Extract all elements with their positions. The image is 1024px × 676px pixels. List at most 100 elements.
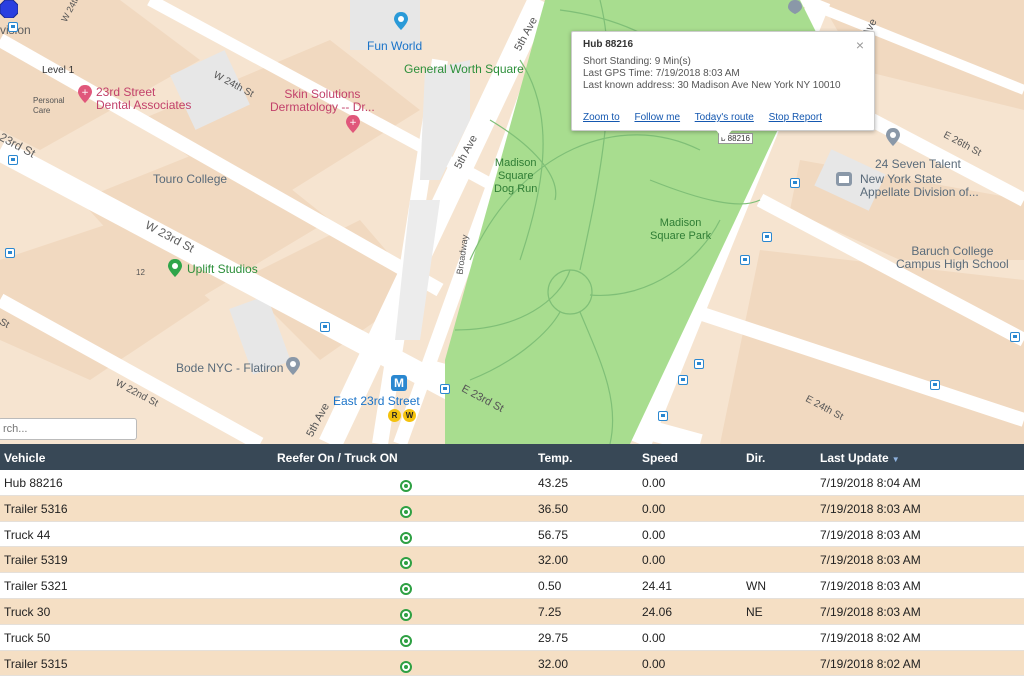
skin-solutions-pin-icon[interactable]: + (346, 115, 360, 133)
table-body: Hub 88216 43.25 0.00 7/19/2018 8:04 AM Trail… (0, 470, 1024, 676)
column-vehicle[interactable]: Vehicle (4, 451, 45, 465)
sort-desc-icon[interactable]: ▼ (892, 455, 900, 464)
cell-temp: 43.25 (538, 476, 569, 490)
vehicle-info-popup: Hub 88216 × Short Standing: 9 Min(s) Las… (571, 31, 875, 140)
follow-me-link[interactable]: Follow me (634, 112, 680, 123)
bus-stop-icon (694, 359, 704, 369)
table-row[interactable]: Truck 30 7.25 24.06 NE 7/19/2018 8:03 AM (0, 598, 1024, 625)
cell-temp: 7.25 (538, 604, 562, 619)
cell-temp: 56.75 (538, 527, 569, 542)
stop-report-link[interactable]: Stop Report (769, 112, 822, 123)
cell-temp: 29.75 (538, 630, 569, 645)
label-fun-world: Fun World (367, 39, 423, 53)
bus-stop-icon (8, 22, 18, 32)
popup-title: Hub 88216 (583, 39, 634, 50)
zoom-to-link[interactable]: Zoom to (583, 112, 620, 123)
popup-short-standing: Short Standing: 9 Min(s) (583, 56, 691, 67)
label-baruch: Baruch College Campus High School (896, 244, 1009, 271)
cell-speed: 24.41 (642, 579, 673, 594)
table-header: Vehicle Reefer On / Truck ON Temp. Speed… (0, 444, 1024, 470)
cell-temp: 36.50 (538, 501, 569, 516)
cell-vehicle: Trailer 5319 (4, 553, 68, 568)
close-icon[interactable]: × (856, 37, 864, 53)
cell-last-update: 7/19/2018 8:02 AM (820, 630, 921, 645)
fun-world-pin-icon[interactable] (394, 12, 408, 30)
bus-stop-icon (930, 380, 940, 390)
cell-speed: 0.00 (642, 656, 666, 671)
popup-address: Last known address: 30 Madison Ave New Y… (583, 80, 841, 91)
cell-speed: 0.00 (642, 501, 666, 516)
column-temp[interactable]: Temp. (538, 451, 572, 465)
label-personal-care: Personal Care (33, 96, 65, 115)
bus-stop-icon (790, 178, 800, 188)
table-row[interactable]: Truck 44 56.75 0.00 7/19/2018 8:03 AM (0, 521, 1024, 548)
status-dot-icon (400, 505, 412, 518)
dental-pin-icon[interactable]: + (78, 85, 92, 103)
24-seven-talent-pin-icon[interactable] (886, 128, 900, 146)
status-dot-icon (400, 583, 412, 596)
cell-vehicle: Trailer 5315 (4, 656, 68, 671)
label-dog-run: Madison Square Dog Run (494, 157, 538, 195)
label-east-23rd-street-station: East 23rd Street (333, 394, 420, 408)
cell-speed: 0.00 (642, 630, 666, 645)
bode-nyc-pin-icon[interactable] (286, 357, 300, 375)
label-bode-nyc: Bode NYC - Flatiron (176, 361, 284, 375)
subway-line-r-icon: R (388, 409, 401, 422)
bus-stop-icon (678, 375, 688, 385)
popup-gps-time: Last GPS Time: 7/19/2018 8:03 AM (583, 68, 740, 79)
bus-stop-icon (320, 322, 330, 332)
todays-route-link[interactable]: Today's route (695, 112, 754, 123)
ny-state-building-icon (836, 172, 852, 186)
status-dot-icon (400, 480, 412, 492)
cell-last-update: 7/19/2018 8:03 AM (820, 579, 921, 594)
label-dental: 23rd Street Dental Associates (96, 85, 192, 112)
column-speed[interactable]: Speed (642, 451, 678, 465)
label-madison-square-park: Madison Square Park (650, 217, 712, 242)
cell-speed: 24.06 (642, 604, 673, 619)
cell-last-update: 7/19/2018 8:02 AM (820, 656, 921, 671)
label-skin-solutions: Skin Solutions Dermatology -- Dr... (270, 87, 375, 114)
cell-vehicle: Hub 88216 (4, 476, 63, 490)
subway-icon[interactable]: M (391, 375, 407, 391)
bus-stop-icon (440, 384, 450, 394)
uplift-studios-pin-icon[interactable] (168, 259, 182, 277)
cell-speed: 0.00 (642, 527, 666, 542)
cell-last-update: 7/19/2018 8:03 AM (820, 527, 921, 542)
table-row[interactable]: Trailer 5321 0.50 24.41 WN 7/19/2018 8:03 AM (0, 573, 1024, 599)
column-last-update[interactable]: Last Update ▼ (820, 451, 900, 465)
column-reefer[interactable]: Reefer On / Truck ON (277, 451, 398, 465)
label-uplift-studios: Uplift Studios (187, 262, 258, 276)
bus-stop-icon (658, 411, 668, 421)
vehicle-marker-icon[interactable] (0, 0, 18, 18)
bus-stop-icon (1010, 332, 1020, 342)
top-poi-pin-icon[interactable] (788, 0, 802, 14)
bus-stop-icon (740, 255, 750, 265)
cell-vehicle: Trailer 5316 (4, 501, 68, 516)
map-search-input[interactable] (0, 418, 137, 440)
cell-last-update: 7/19/2018 8:03 AM (820, 501, 921, 516)
column-dir[interactable]: Dir. (746, 451, 765, 465)
cell-temp: 32.00 (538, 553, 569, 568)
table-row[interactable]: Hub 88216 43.25 0.00 7/19/2018 8:04 AM (0, 470, 1024, 496)
cell-dir: WN (746, 579, 766, 594)
bus-stop-icon (5, 248, 15, 258)
cell-vehicle: Truck 44 (4, 527, 51, 542)
column-last-update-label[interactable]: Last Update (820, 451, 889, 465)
table-row[interactable]: Truck 50 29.75 0.00 7/19/2018 8:02 AM (0, 624, 1024, 651)
label-general-worth-square: General Worth Square (404, 62, 524, 76)
label-ny-state-appellate: New York State Appellate Division of... (860, 172, 979, 199)
table-row[interactable]: Trailer 5316 36.50 0.00 7/19/2018 8:03 AM (0, 495, 1024, 522)
table-row[interactable]: Trailer 5315 32.00 0.00 7/19/2018 8:02 AM (0, 650, 1024, 676)
cell-last-update: 7/19/2018 8:03 AM (820, 553, 921, 568)
status-dot-icon (400, 557, 412, 570)
label-touro: Touro College (153, 172, 228, 186)
table-row[interactable]: Trailer 5319 32.00 0.00 7/19/2018 8:03 AM (0, 547, 1024, 574)
cell-speed: 0.00 (642, 476, 666, 490)
map-view[interactable]: vision Level 1 Personal Care 23rd Street… (0, 0, 1024, 444)
cell-vehicle: Truck 30 (4, 604, 51, 619)
bus-stop-icon (8, 155, 18, 165)
status-dot-icon (400, 608, 412, 621)
cell-speed: 0.00 (642, 553, 666, 568)
label-24-seven-talent: 24 Seven Talent (875, 157, 961, 171)
subway-line-w-icon: W (403, 409, 416, 422)
